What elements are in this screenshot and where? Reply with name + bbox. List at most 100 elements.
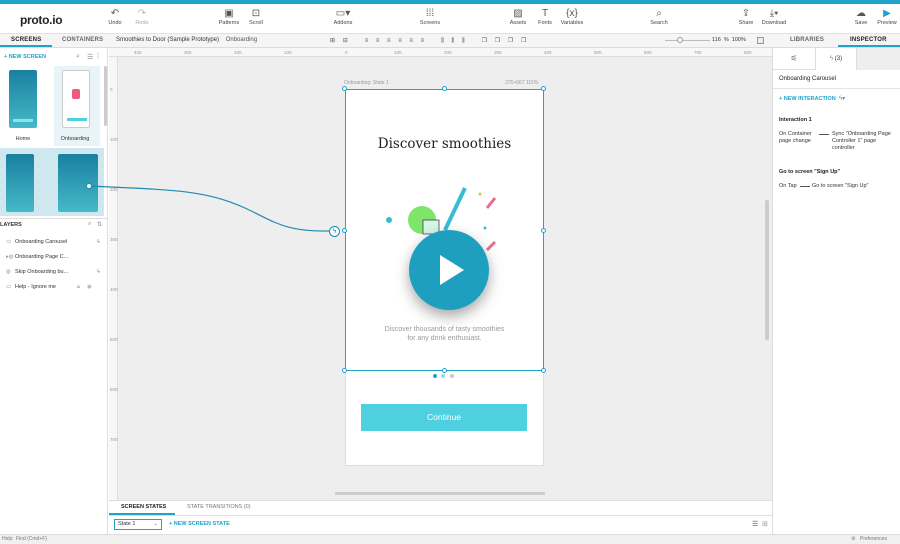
- lock-icon[interactable]: 🔒︎: [77, 284, 80, 291]
- interaction-link: [86, 183, 331, 232]
- device-header-right: 375×667 115%: [505, 80, 539, 86]
- component-icon: ◍: [6, 269, 11, 275]
- bolt-dropdown-icon[interactable]: ϟ▾: [839, 95, 845, 102]
- redo-button[interactable]: ↷ Redo: [124, 8, 160, 26]
- state-select[interactable]: State 1 ⌄: [114, 519, 162, 530]
- device-header-left: Onboarding: State 1: [344, 80, 389, 86]
- find-shortcut[interactable]: Find (Cmd+F): [16, 536, 47, 542]
- page-dot[interactable]: [441, 374, 445, 378]
- screen-label-home: Home: [15, 136, 31, 142]
- fit-icon[interactable]: [757, 37, 764, 44]
- chevron-down-icon: ⌄: [153, 521, 158, 527]
- scroll-icon: ⊡: [251, 8, 261, 19]
- container-icon: ▭: [6, 284, 12, 290]
- breadcrumb: Smoothies to Door (Sample Prototype) Onb…: [116, 37, 257, 43]
- interaction-1-title[interactable]: Interaction 1: [779, 117, 812, 123]
- addons-button[interactable]: ▭▾ Addons: [325, 8, 361, 26]
- screens-scrollbar[interactable]: [104, 66, 107, 126]
- resize-handle[interactable]: [342, 86, 347, 91]
- preview-button[interactable]: ▶ Preview: [869, 8, 900, 26]
- interaction-2-trigger: On Tap: [779, 183, 797, 189]
- interactions-tab[interactable]: ϟ (3): [815, 48, 857, 70]
- download-button[interactable]: ⤓▾ Download: [756, 8, 792, 26]
- zoom-slider-handle[interactable]: [677, 37, 683, 43]
- help-label: Help:: [2, 536, 14, 542]
- interaction-2-title[interactable]: Go to screen "Sign Up": [779, 169, 840, 175]
- bolt-icon: ϟ: [97, 269, 100, 275]
- download-icon: ⤓▾: [769, 8, 779, 19]
- screen-label-onboarding: Onboarding: [60, 136, 90, 142]
- arrow-line: [800, 186, 810, 187]
- screens-button[interactable]: ⁞⁞⁞ Screens: [412, 8, 448, 26]
- eye-icon[interactable]: ◉: [87, 284, 92, 290]
- breadcrumb-screen[interactable]: Onboarding: [226, 37, 257, 43]
- grid-view-icon[interactable]: ⊞: [762, 520, 768, 528]
- tab-libraries[interactable]: LIBRARIES: [790, 37, 824, 43]
- zoom-value[interactable]: 116 % 100%: [712, 37, 746, 43]
- canvas-hscroll[interactable]: [335, 492, 545, 495]
- align-tools[interactable]: ⊞ ⊟ ≡ ≡ ≡ ≡ ≡ ≡ ⫼ ⫼ ⫼ ❐ ❐ ❐ ❐: [330, 37, 529, 45]
- gear-icon[interactable]: ⚙: [851, 536, 855, 542]
- new-interaction-button[interactable]: + NEW INTERACTION: [779, 96, 836, 102]
- screen-thumb-onboarding[interactable]: [62, 70, 90, 128]
- main-toolbar: proto.io ↶ Undo ↷ Redo ▣ Patterns ⊡ Scroll ▭…: [0, 4, 900, 34]
- list-view-icon[interactable]: ☰: [752, 520, 758, 528]
- search-icon: ⌕: [656, 8, 662, 19]
- container-icon: ▭: [6, 239, 12, 245]
- canvas-vscroll[interactable]: [765, 200, 769, 340]
- divider: [109, 515, 772, 516]
- ruler-top: 400 300 200 100 0 100 200 300 400 500 60…: [109, 48, 772, 57]
- resize-handle[interactable]: [442, 86, 447, 91]
- variables-icon: {x}: [566, 8, 578, 19]
- search-icon[interactable]: ⌕: [76, 53, 80, 61]
- screen-thumb-home[interactable]: [9, 70, 37, 128]
- component-icon: ▸◍: [6, 254, 14, 260]
- interaction-2-action: Go to screen "Sign Up": [812, 183, 869, 189]
- page-dot[interactable]: [450, 374, 454, 378]
- arrow-line: [819, 134, 829, 135]
- tab-screens[interactable]: SCREENS: [11, 37, 41, 43]
- page-dot-active[interactable]: [433, 374, 437, 378]
- tab-containers[interactable]: CONTAINERS: [62, 37, 103, 43]
- interaction-bolt-icon[interactable]: ϟ: [329, 226, 340, 237]
- scroll-button[interactable]: ⊡ Scroll: [238, 8, 274, 26]
- resize-handle[interactable]: [541, 86, 546, 91]
- grid-view-icon[interactable]: ⁞: [97, 53, 99, 60]
- layer-item[interactable]: ◍ Skip Onboarding bu... ϟ: [0, 266, 108, 280]
- preferences-link[interactable]: Preferences: [860, 536, 887, 542]
- active-tab-indicator: [0, 45, 52, 47]
- screen-thumb-3[interactable]: [6, 154, 34, 212]
- inspector-tab-indicator: [838, 45, 900, 47]
- sub-toolbar: SCREENS CONTAINERS Smoothies to Door (Sa…: [0, 34, 900, 48]
- interaction-1-action: Sync "Onboarding Page Controller 1" page…: [832, 131, 891, 151]
- properties-icon[interactable]: ⚟: [773, 48, 815, 70]
- continue-button[interactable]: Continue: [361, 404, 527, 431]
- resize-handle[interactable]: [342, 368, 347, 373]
- left-panel: + NEW SCREEN ⌕ ☰ ⁞ Home Onboarding LAYER…: [0, 48, 108, 534]
- bolt-icon: ϟ: [829, 56, 834, 62]
- ruler-left: 0 100 200 300 400 500 600 700: [109, 57, 118, 500]
- screens-grid-icon: ⁞⁞⁞: [425, 8, 435, 19]
- resize-handle[interactable]: [541, 228, 546, 233]
- new-screen-button[interactable]: + NEW SCREEN: [4, 54, 46, 60]
- variables-button[interactable]: {x} Variables: [554, 8, 590, 26]
- zoom-slider[interactable]: [665, 40, 710, 41]
- tab-state-transitions[interactable]: STATE TRANSITIONS (0): [187, 504, 251, 510]
- addons-icon: ▭▾: [335, 8, 351, 19]
- app-logo: proto.io: [20, 13, 63, 27]
- empty-subtab: [857, 48, 900, 70]
- layer-item[interactable]: ▭ Help - Ignore me 🔒︎ ◉: [0, 281, 108, 295]
- breadcrumb-project[interactable]: Smoothies to Door (Sample Prototype): [116, 37, 219, 43]
- layer-item[interactable]: ▸◍ Onboarding Page C...: [0, 251, 108, 265]
- selection-outline[interactable]: [345, 89, 544, 371]
- interaction-1-trigger: On Container page change: [779, 131, 812, 144]
- resize-handle[interactable]: [442, 368, 447, 373]
- tab-inspector[interactable]: INSPECTOR: [850, 37, 887, 43]
- tab-screen-states[interactable]: SCREEN STATES: [121, 504, 166, 510]
- status-bar: Help: Find (Cmd+F) Preferences ⚙: [0, 534, 900, 544]
- screen-states-bar: SCREEN STATES STATE TRANSITIONS (0) Stat…: [109, 500, 772, 534]
- list-view-icon[interactable]: ☰: [87, 53, 93, 61]
- search-button[interactable]: ⌕ Search: [641, 8, 677, 26]
- new-screen-state-button[interactable]: + NEW SCREEN STATE: [169, 521, 230, 527]
- resize-handle[interactable]: [541, 368, 546, 373]
